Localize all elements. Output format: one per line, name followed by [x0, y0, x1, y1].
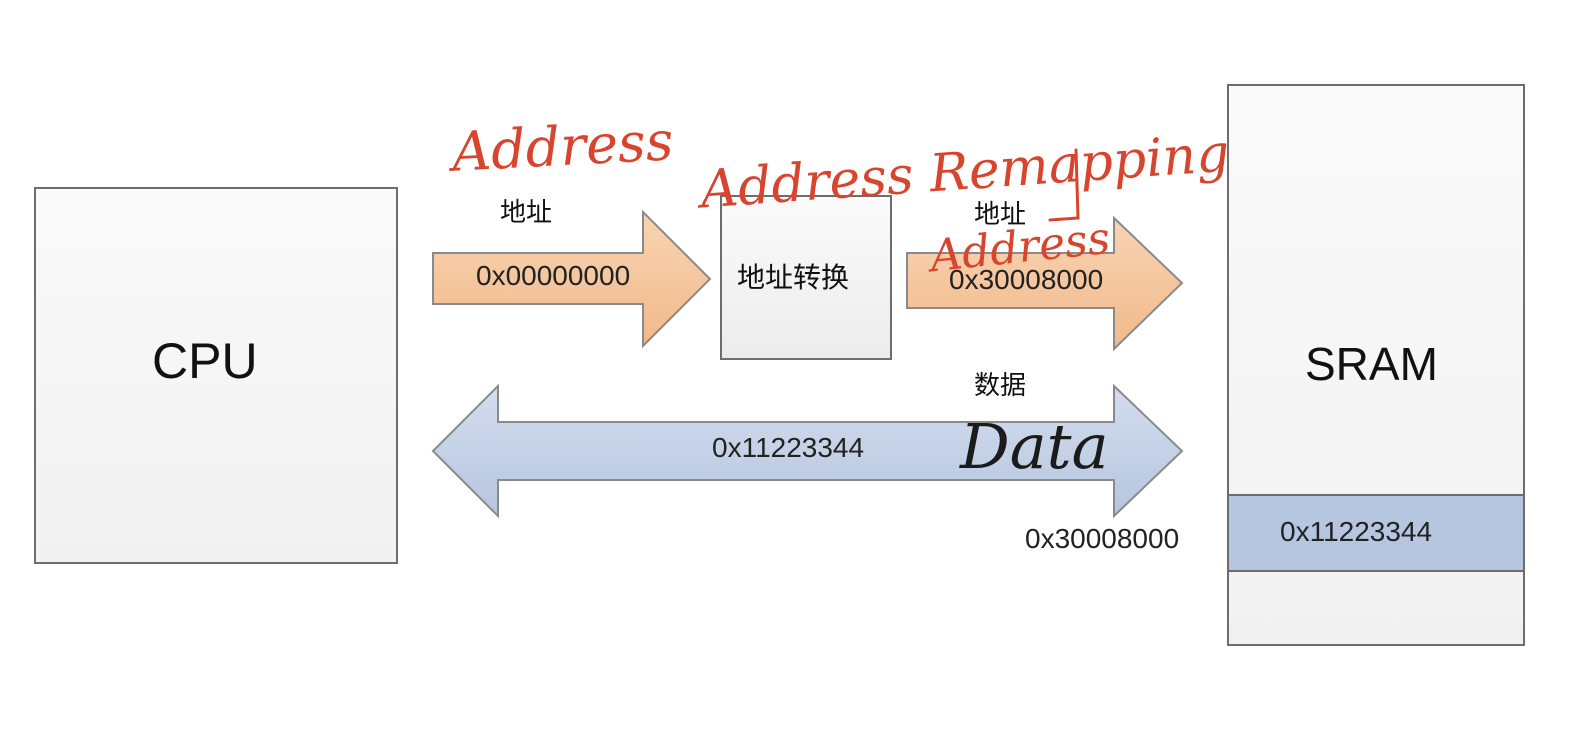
handwritten-data: Data — [960, 410, 1109, 483]
address-in-caption: 地址 — [500, 198, 553, 228]
address-in-value: 0x00000000 — [476, 260, 631, 291]
cpu-label: CPU — [152, 333, 258, 389]
memory-remap-diagram: CPU 地址转换 SRAM 0x11223344 0x30008000 地址 0… — [0, 0, 1587, 738]
sram-cell-address: 0x30008000 — [1025, 523, 1180, 554]
address-converter-label: 地址转换 — [737, 261, 850, 294]
handwritten-address-left: Address — [450, 109, 675, 184]
data-caption: 数据 — [974, 371, 1027, 401]
data-value: 0x11223344 — [712, 432, 865, 463]
sram-label: SRAM — [1305, 338, 1438, 390]
sram-cell-value: 0x11223344 — [1280, 516, 1433, 547]
